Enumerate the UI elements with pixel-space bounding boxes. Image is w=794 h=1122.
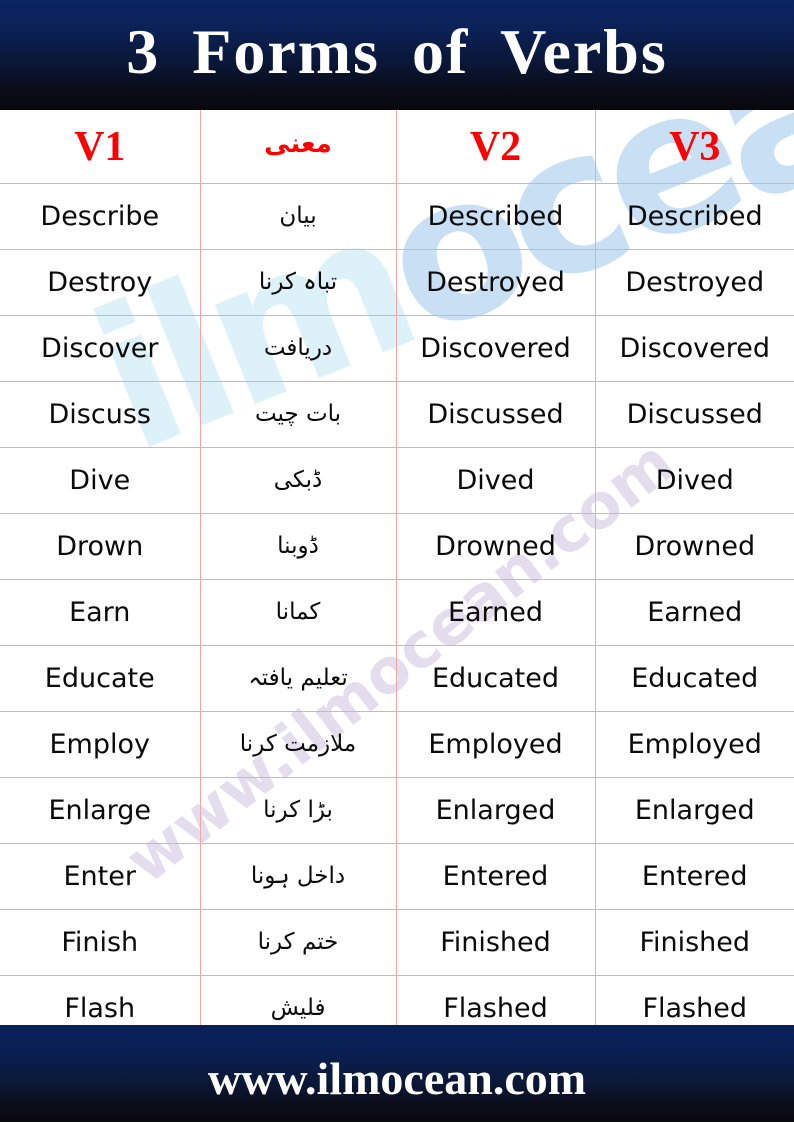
cell-v1: Enlarge (0, 777, 201, 844)
cell-v3: Drowned (595, 513, 794, 580)
table-row: Dive ڈبکی Dived Dived (0, 447, 794, 514)
cell-v2: Finished (396, 909, 596, 976)
cell-meaning: بڑا کرنا (200, 777, 397, 844)
cell-v3: Employed (595, 711, 794, 778)
table-row: Employ ملازمت کرنا Employed Employed (0, 711, 794, 778)
table-row: Discover دریافت Discovered Discovered (0, 315, 794, 382)
cell-v1: Discuss (0, 381, 201, 448)
cell-v2: Entered (396, 843, 596, 910)
table-row: Educate تعلیم یافتہ Educated Educated (0, 645, 794, 712)
cell-v1: Earn (0, 579, 201, 646)
verb-forms-table: V1 معنی V2 V3 Describe بیان Described Descr… (0, 110, 794, 1042)
cell-v3: Dived (595, 447, 794, 514)
cell-meaning: دریافت (200, 315, 397, 382)
page-title: 3 Forms of Verbs (126, 16, 668, 87)
cell-v1: Describe (0, 183, 201, 250)
cell-meaning: بیان (200, 183, 397, 250)
cell-v1: Educate (0, 645, 201, 712)
cell-v2: Educated (396, 645, 596, 712)
cell-v3: Educated (595, 645, 794, 712)
cell-v3: Destroyed (595, 249, 794, 316)
table-body: Describe بیان Described Described Destroy تبا… (0, 183, 794, 1042)
table-row: Enlarge بڑا کرنا Enlarged Enlarged (0, 777, 794, 844)
table-row: Destroy تباہ کرنا Destroyed Destroyed (0, 249, 794, 316)
cell-meaning: بات چیت (200, 381, 397, 448)
cell-v2: Discovered (396, 315, 596, 382)
verb-table-container: V1 معنی V2 V3 Describe بیان Described Descr… (0, 110, 794, 1042)
cell-v2: Enlarged (396, 777, 596, 844)
cell-meaning: داخل ہونا (200, 843, 397, 910)
cell-v2: Described (396, 183, 596, 250)
cell-v3: Discovered (595, 315, 794, 382)
poster-page: ilmocean www.ilmocean.com 3 Forms of Ver… (0, 0, 794, 1122)
column-header-v1: V1 (0, 110, 201, 184)
table-row: Discuss بات چیت Discussed Discussed (0, 381, 794, 448)
column-header-meaning: معنی (200, 110, 397, 184)
table-header: V1 معنی V2 V3 (0, 110, 794, 184)
cell-v1: Enter (0, 843, 201, 910)
cell-v1: Dive (0, 447, 201, 514)
cell-v1: Drown (0, 513, 201, 580)
cell-v3: Described (595, 183, 794, 250)
cell-v1: Employ (0, 711, 201, 778)
cell-v1: Destroy (0, 249, 201, 316)
cell-meaning: ڈوبنا (200, 513, 397, 580)
table-row: Describe بیان Described Described (0, 183, 794, 250)
column-header-v3: V3 (595, 110, 794, 184)
cell-v2: Employed (396, 711, 596, 778)
cell-v2: Discussed (396, 381, 596, 448)
cell-v2: Dived (396, 447, 596, 514)
cell-meaning: ملازمت کرنا (200, 711, 397, 778)
cell-v3: Earned (595, 579, 794, 646)
cell-v1: Finish (0, 909, 201, 976)
cell-v3: Entered (595, 843, 794, 910)
cell-meaning: تعلیم یافتہ (200, 645, 397, 712)
cell-meaning: تباہ کرنا (200, 249, 397, 316)
title-banner: 3 Forms of Verbs (0, 0, 794, 110)
footer-banner: www.ilmocean.com (0, 1025, 794, 1122)
cell-v3: Discussed (595, 381, 794, 448)
table-header-row: V1 معنی V2 V3 (0, 110, 794, 184)
cell-v3: Finished (595, 909, 794, 976)
cell-v2: Earned (396, 579, 596, 646)
cell-v2: Destroyed (396, 249, 596, 316)
table-row: Drown ڈوبنا Drowned Drowned (0, 513, 794, 580)
cell-meaning: کمانا (200, 579, 397, 646)
cell-meaning: ڈبکی (200, 447, 397, 514)
column-header-v2: V2 (396, 110, 596, 184)
cell-v3: Enlarged (595, 777, 794, 844)
cell-v2: Drowned (396, 513, 596, 580)
table-row: Enter داخل ہونا Entered Entered (0, 843, 794, 910)
table-row: Earn کمانا Earned Earned (0, 579, 794, 646)
table-row: Finish ختم کرنا Finished Finished (0, 909, 794, 976)
cell-meaning: ختم کرنا (200, 909, 397, 976)
footer-website-url: www.ilmocean.com (207, 1052, 587, 1104)
cell-v1: Discover (0, 315, 201, 382)
